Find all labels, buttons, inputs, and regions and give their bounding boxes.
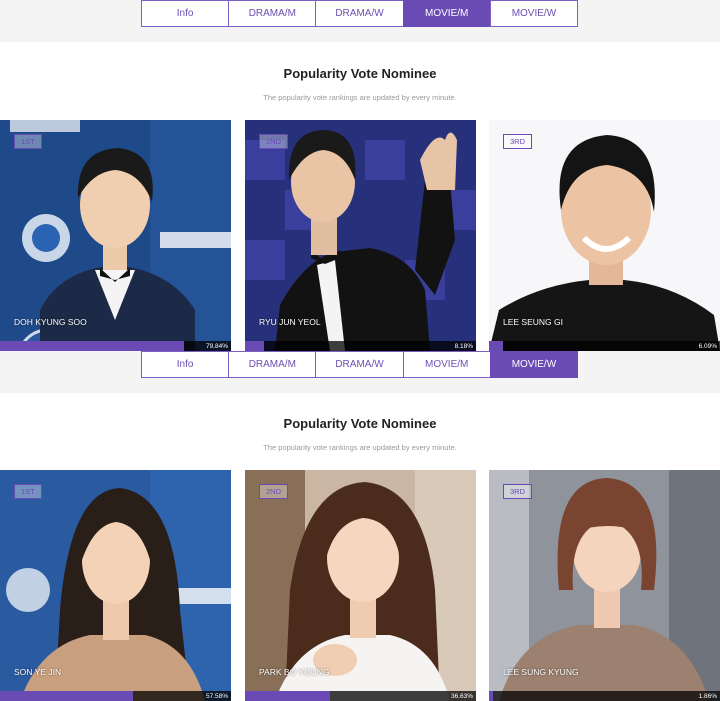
category-tabs-top: Info DRAMA/M DRAMA/W MOVIE/M MOVIE/W xyxy=(141,0,579,27)
vote-percent: 1.86% xyxy=(698,693,717,700)
nominee-card[interactable]: 1ST SON YE JIN 57.58% xyxy=(0,470,231,701)
vote-progress-fill xyxy=(0,691,133,701)
vote-percent: 8.18% xyxy=(454,343,473,350)
vote-progress-fill xyxy=(489,691,494,701)
vote-progress: 79.84% xyxy=(0,341,231,351)
nominee-card[interactable]: 1ST DOH KYUNG SOO 79.84% xyxy=(0,120,231,351)
rank-badge: 1ST xyxy=(14,134,42,149)
nominee-name: PARK BO YOUNG xyxy=(259,667,330,677)
nominee-name: DOH KYUNG SOO xyxy=(14,317,87,327)
nominee-card[interactable]: 2ND RYU JUN YEOL 8.18% xyxy=(245,120,476,351)
rank-badge: 3RD xyxy=(503,134,533,149)
rank-badge: 1ST xyxy=(14,484,42,499)
vote-progress: 8.18% xyxy=(245,341,476,351)
nominee-card[interactable]: 2ND PARK BO YOUNG 36.63% xyxy=(245,470,476,701)
rank-badge: 2ND xyxy=(259,484,289,499)
vote-progress-fill xyxy=(489,341,504,351)
tab-movie-m[interactable]: MOVIE/M xyxy=(402,0,491,27)
nominee-name: LEE SEUNG GI xyxy=(503,317,563,327)
vote-progress-fill xyxy=(245,341,264,351)
tab-movie-m[interactable]: MOVIE/M xyxy=(402,351,491,378)
section-subtitle: The popularity vote rankings are updated… xyxy=(263,93,457,102)
tab-movie-w[interactable]: MOVIE/W xyxy=(489,0,579,27)
vote-percent: 36.63% xyxy=(450,693,473,700)
section-title: Popularity Vote Nominee xyxy=(283,66,437,81)
tab-drama-m[interactable]: DRAMA/M xyxy=(228,0,317,27)
vote-progress-fill xyxy=(0,341,185,351)
tab-drama-w[interactable]: DRAMA/W xyxy=(315,0,404,27)
nominee-card[interactable]: 3RD LEE SEUNG GI 6.09% xyxy=(489,120,720,351)
tab-drama-w[interactable]: DRAMA/W xyxy=(315,351,404,378)
vote-percent: 79.84% xyxy=(205,343,228,350)
nominee-name: SON YE JIN xyxy=(14,667,62,677)
tab-info[interactable]: Info xyxy=(141,351,230,378)
vote-percent: 57.58% xyxy=(205,693,228,700)
vote-percent: 6.09% xyxy=(698,343,717,350)
rank-badge: 3RD xyxy=(503,484,533,499)
vote-progress: 6.09% xyxy=(489,341,720,351)
nominee-name: LEE SUNG KYUNG xyxy=(503,667,579,677)
vote-progress: 1.86% xyxy=(489,691,720,701)
tab-info[interactable]: Info xyxy=(141,0,230,27)
category-tabs-bottom: Info DRAMA/M DRAMA/W MOVIE/M MOVIE/W xyxy=(141,351,579,378)
nominee-card[interactable]: 3RD LEE SUNG KYUNG 1.86% xyxy=(489,470,720,701)
rank-badge: 2ND xyxy=(259,134,289,149)
tab-movie-w[interactable]: MOVIE/W xyxy=(489,351,579,378)
vote-progress: 57.58% xyxy=(0,691,231,701)
section-title: Popularity Vote Nominee xyxy=(283,416,437,431)
vote-progress-fill xyxy=(245,691,330,701)
nominee-name: RYU JUN YEOL xyxy=(259,317,321,327)
vote-progress: 36.63% xyxy=(245,691,476,701)
tab-drama-m[interactable]: DRAMA/M xyxy=(228,351,317,378)
section-subtitle: The popularity vote rankings are updated… xyxy=(263,443,457,452)
